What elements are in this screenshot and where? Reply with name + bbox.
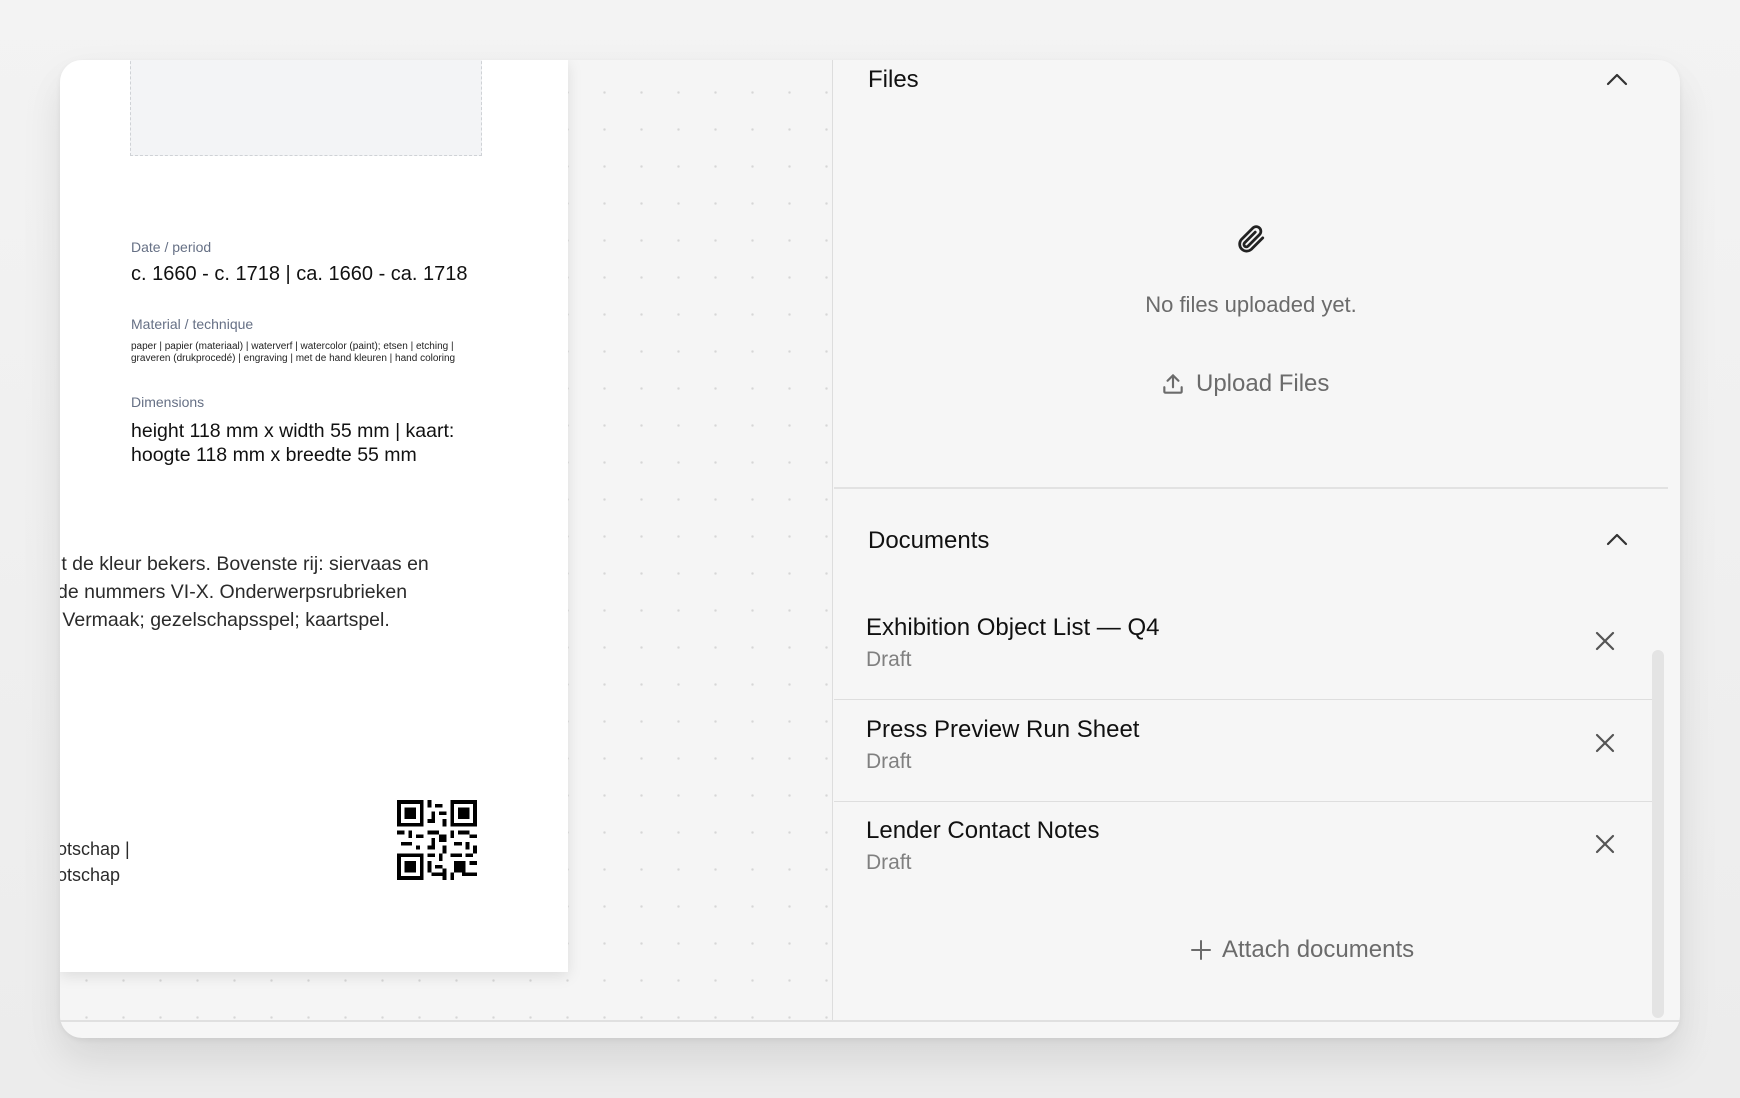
description-text: it de kleur bekers. Bovenste rij: sierva…: [60, 553, 429, 631]
document-row[interactable]: Press Preview Run Sheet Draft: [834, 702, 1654, 802]
document-title: Exhibition Object List — Q4: [866, 614, 1160, 641]
upload-files-label: Upload Files: [1196, 370, 1330, 397]
plus-icon: [1191, 940, 1211, 960]
document-row[interactable]: Exhibition Object List — Q4 Draft: [834, 600, 1654, 700]
side-panel: Files No files uploaded yet. Upload File…: [834, 60, 1668, 1020]
dimensions-value: height 118 mm x width 55 mm | kaart: hoo…: [131, 420, 455, 466]
panel-scrollbar[interactable]: [1652, 650, 1664, 1018]
document-status: Draft: [866, 648, 912, 671]
upload-icon: [1163, 374, 1183, 394]
document-status: Draft: [866, 750, 912, 773]
app-window: Date / period c. 1660 - c. 1718 | ca. 16…: [60, 60, 1680, 1038]
date-value: c. 1660 - c. 1718 | ca. 1660 - ca. 1718: [131, 263, 468, 285]
close-icon[interactable]: [1594, 630, 1616, 652]
document-row[interactable]: Lender Contact Notes Draft: [834, 803, 1654, 903]
files-section-title: Files: [868, 66, 919, 93]
bottom-border: [60, 1020, 1680, 1022]
document-title: Lender Contact Notes: [866, 817, 1100, 844]
document-status: Draft: [866, 851, 912, 874]
document-title: Press Preview Run Sheet: [866, 716, 1140, 743]
documents-section-title: Documents: [868, 527, 990, 554]
upload-files-button[interactable]: Upload Files: [1160, 364, 1346, 404]
section-divider: [834, 487, 1668, 489]
chevron-up-icon[interactable]: [1606, 532, 1628, 546]
material-value: paper | papier (materiaal) | waterverf |…: [131, 341, 456, 364]
date-label: Date / period: [131, 239, 212, 255]
image-placeholder: [130, 60, 482, 156]
credit-text: otschap | otschap: [60, 839, 130, 885]
material-label: Material / technique: [131, 316, 254, 332]
dimensions-label: Dimensions: [131, 394, 205, 410]
chevron-up-icon[interactable]: [1606, 72, 1628, 86]
label-card: Date / period c. 1660 - c. 1718 | ca. 16…: [60, 60, 568, 972]
close-icon[interactable]: [1594, 732, 1616, 754]
close-icon[interactable]: [1594, 833, 1616, 855]
paperclip-icon: [1238, 225, 1265, 253]
label-canvas: Date / period c. 1660 - c. 1718 | ca. 16…: [60, 60, 833, 1020]
files-empty-text: No files uploaded yet.: [1145, 292, 1357, 317]
attach-documents-label: Attach documents: [1222, 936, 1415, 963]
qr-code-icon: [397, 800, 477, 880]
attach-documents-button[interactable]: Attach documents: [1190, 936, 1414, 964]
